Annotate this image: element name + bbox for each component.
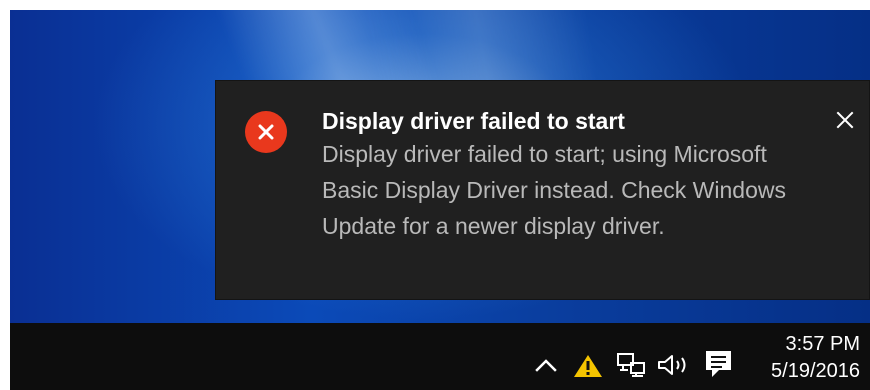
taskbar: 3:57 PM 5/19/2016 <box>10 323 870 390</box>
notification-title: Display driver failed to start <box>322 108 625 134</box>
network-icon[interactable] <box>616 352 647 378</box>
notification-toast[interactable]: Display driver failed to start Display d… <box>215 80 870 300</box>
close-notification-button[interactable] <box>820 100 870 140</box>
notification-message: Display driver failed to start; using Mi… <box>322 141 786 239</box>
warning-icon[interactable] <box>573 354 603 378</box>
taskbar-clock[interactable]: 3:57 PM 5/19/2016 <box>750 331 860 386</box>
clock-time: 3:57 PM <box>785 333 860 355</box>
volume-icon[interactable] <box>656 352 691 378</box>
error-icon <box>245 111 287 153</box>
chevron-up-icon[interactable] <box>533 356 559 376</box>
clock-date: 5/19/2016 <box>771 360 860 382</box>
action-center-icon[interactable] <box>704 349 733 380</box>
close-icon[interactable] <box>836 111 854 129</box>
windows-desktop-screen: Display driver failed to start Display d… <box>10 10 870 390</box>
